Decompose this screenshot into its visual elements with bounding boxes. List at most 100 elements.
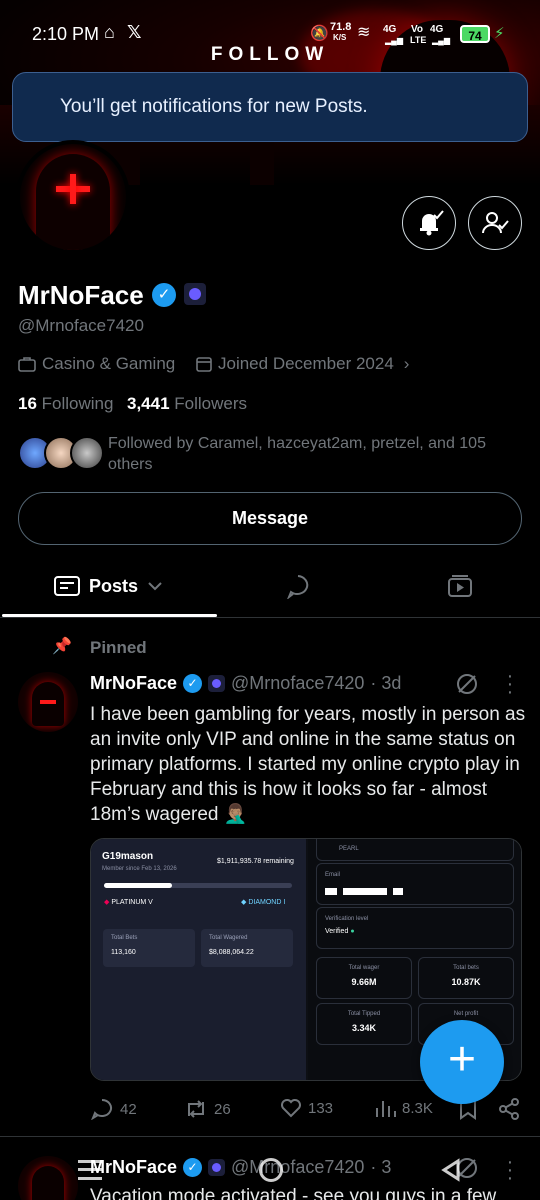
- media-left-panel: G19mason Member since Feb 13, 2026 $1,91…: [91, 839, 306, 1080]
- post-author-handle[interactable]: @Mrnoface7420: [231, 673, 364, 694]
- rank-left-label: PLATINUM V: [111, 899, 153, 906]
- avatar[interactable]: [18, 1156, 78, 1200]
- battery-level: 74: [468, 29, 482, 43]
- more-options-icon[interactable]: · · ·: [502, 1152, 518, 1188]
- chevron-down-icon: [148, 582, 162, 591]
- home-icon: ⌂: [104, 22, 115, 42]
- total-tipped-value: 3.34K: [351, 1023, 377, 1033]
- verified-badge-icon[interactable]: ✓: [152, 283, 176, 307]
- following-label: Following: [41, 394, 114, 413]
- views-button[interactable]: 8.3K: [374, 1098, 433, 1118]
- total-wagered-label: Total Wagered: [209, 935, 248, 941]
- media-remaining: $1,911,935.78 remaining: [217, 858, 294, 865]
- affiliate-badge-icon: [208, 1159, 226, 1176]
- network-type-1: 4G: [383, 24, 397, 35]
- media-username: G19mason: [102, 851, 154, 862]
- grok-icon[interactable]: [455, 672, 479, 696]
- post2-author-handle[interactable]: @Mrnoface7420: [231, 1157, 364, 1178]
- media-icon: [448, 575, 472, 597]
- tab-replies[interactable]: [270, 560, 326, 612]
- charging-icon: ⚡: [494, 25, 505, 42]
- followers-label: Followers: [174, 394, 248, 413]
- like-button[interactable]: 133: [280, 1098, 333, 1118]
- notification-toast[interactable]: You’ll get notifications for new Posts.: [12, 72, 528, 142]
- affiliate-badge-icon: [208, 675, 226, 692]
- following-stat[interactable]: 16 Following: [18, 394, 113, 414]
- net-speed-unit: K/S: [333, 33, 347, 42]
- post2-time: · 3: [370, 1157, 392, 1177]
- x-logo-icon: 𝕏: [127, 22, 142, 42]
- affiliate-badge-icon[interactable]: [184, 283, 206, 305]
- media-pearl-card: PEARL: [316, 839, 514, 861]
- avatar-hood: [32, 682, 64, 726]
- post2-author-name[interactable]: MrNoFace: [90, 1157, 177, 1178]
- tab-posts[interactable]: Posts: [0, 560, 217, 612]
- views-chart-icon: [376, 1101, 396, 1117]
- total-bets-label: Total Bets: [111, 935, 138, 941]
- share-icon[interactable]: [498, 1098, 520, 1120]
- post-header: MrNoFace ✓ @Mrnoface7420 · 3d: [90, 673, 401, 694]
- wifi-icon: ≋: [357, 24, 371, 41]
- following-button[interactable]: [468, 196, 522, 250]
- email-label: Email: [325, 872, 341, 878]
- plus-icon: +: [447, 1033, 477, 1086]
- media-email-card: Email: [316, 863, 514, 905]
- repost-icon: [188, 1100, 204, 1118]
- total-wager-label: Total wager: [348, 965, 380, 971]
- compose-post-button[interactable]: +: [420, 1020, 504, 1104]
- verified-status: Verified ●: [325, 928, 505, 935]
- avatar-hood: [32, 1166, 64, 1200]
- bell-check-icon: [420, 210, 444, 236]
- divider: [0, 1136, 540, 1137]
- rank-right-label: DIAMOND I: [248, 899, 286, 906]
- avatar-red-cross: [40, 700, 56, 704]
- heart-icon: [281, 1099, 301, 1118]
- reply-icon: [91, 1098, 113, 1120]
- media-progress-fill: [104, 883, 172, 888]
- grok-icon[interactable]: [455, 1156, 479, 1180]
- media-total-bets-card: Total Bets 113,160: [103, 929, 195, 967]
- avatar: [70, 436, 104, 470]
- media-verification-card: Verification level Verified ●: [316, 907, 514, 949]
- person-check-icon: [482, 212, 509, 234]
- followers-count: 3,441: [127, 394, 170, 413]
- followers-stat[interactable]: 3,441 Followers: [127, 394, 247, 414]
- divider: [0, 617, 540, 618]
- avatar-red-cross: [70, 174, 76, 204]
- message-button-label: Message: [231, 508, 309, 528]
- posts-icon: [53, 576, 80, 596]
- tab-media[interactable]: [432, 560, 488, 612]
- repost-button[interactable]: 26: [184, 1098, 231, 1120]
- avatar[interactable]: [16, 140, 130, 254]
- network-type-2: 4G: [430, 24, 444, 35]
- repost-count: 26: [214, 1100, 231, 1118]
- profile-joined[interactable]: Joined December 2024 ›: [196, 354, 409, 374]
- more-options-icon[interactable]: · · ·: [502, 666, 518, 702]
- notifications-bell-button[interactable]: [402, 196, 456, 250]
- total-bets2-value: 10.87K: [451, 977, 481, 987]
- reply-button[interactable]: 42: [90, 1098, 137, 1120]
- followed-by-text[interactable]: Followed by Caramel, hazceyat2am, pretze…: [108, 433, 518, 475]
- post-text: I have been gambling for years, mostly i…: [90, 704, 526, 825]
- reply-count: 42: [120, 1100, 137, 1118]
- post-author-name[interactable]: MrNoFace: [90, 673, 177, 694]
- total-tipped-label: Total Tipped: [347, 1011, 381, 1017]
- check-circle-icon: ●: [350, 928, 355, 935]
- reply-bubble-icon: [287, 575, 309, 599]
- verified-badge-icon: ✓: [183, 1158, 203, 1177]
- rank-shield-icon: ◆: [104, 899, 110, 906]
- followed-by-avatars[interactable]: [18, 436, 104, 472]
- total-wagered-value: $8,088,064.22: [209, 949, 254, 956]
- volte-label: Vo: [411, 24, 424, 35]
- profile-handle: @Mrnoface7420: [18, 316, 144, 335]
- profile-category: Casino & Gaming: [18, 354, 175, 374]
- briefcase-icon: [18, 357, 36, 372]
- avatar[interactable]: [18, 672, 78, 732]
- pearl-label: PEARL: [339, 846, 359, 852]
- category-label: Casino & Gaming: [42, 354, 176, 373]
- status-time: 2:10 PM: [32, 24, 100, 44]
- media-total-tipped-card: Total Tipped 3.34K: [316, 1003, 412, 1045]
- post2-text: Vacation mode activated - see you guys i…: [90, 1186, 497, 1200]
- message-button[interactable]: Message: [18, 492, 522, 545]
- net-profit-label: Net profit: [453, 1011, 479, 1017]
